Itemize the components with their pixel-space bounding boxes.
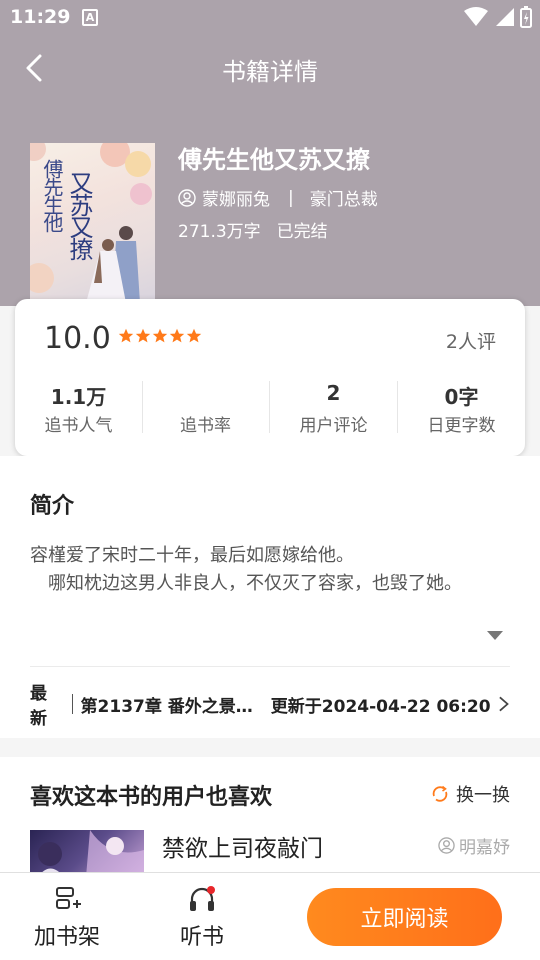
bookshelf-add-icon bbox=[27, 883, 107, 915]
book-title: 傅先生他又苏又撩 bbox=[178, 146, 370, 174]
metric-value: 2 bbox=[326, 381, 341, 405]
listen-button[interactable]: 听书 bbox=[162, 883, 242, 951]
author-icon bbox=[438, 837, 455, 854]
read-now-button[interactable]: 立即阅读 bbox=[307, 888, 502, 946]
divider bbox=[30, 666, 510, 667]
latest-chapter-title: 第2137章 番外之景… bbox=[80, 696, 253, 717]
triangle-down-icon[interactable] bbox=[487, 631, 503, 640]
book-cover[interactable]: 傅先生他 又苏又撩 bbox=[30, 143, 155, 301]
rating-count[interactable]: 2人评 bbox=[446, 327, 496, 354]
category-tag[interactable]: 豪门总裁 bbox=[310, 185, 378, 210]
cover-couple-illustration bbox=[86, 226, 140, 301]
new-badge-dot bbox=[207, 886, 215, 894]
recommend-author-name: 明嘉妤 bbox=[459, 838, 510, 858]
add-to-shelf-label: 加书架 bbox=[33, 925, 100, 950]
recommend-book-author: 明嘉妤 bbox=[438, 833, 510, 858]
recommend-title: 喜欢这本书的用户也喜欢 bbox=[30, 785, 273, 810]
refresh-label: 换一换 bbox=[456, 785, 510, 806]
chevron-right-icon bbox=[498, 696, 509, 712]
status-icons bbox=[464, 6, 532, 28]
metric-label: 追书率 bbox=[180, 416, 231, 436]
wifi-icon bbox=[464, 7, 488, 26]
listen-label: 听书 bbox=[179, 925, 224, 950]
metric-popularity: 1.1万 追书人气 bbox=[15, 381, 142, 436]
signal-icon bbox=[496, 8, 514, 26]
metric-label: 日更字数 bbox=[427, 416, 496, 436]
notification-a-icon: A bbox=[82, 9, 98, 26]
recommend-book-title[interactable]: 禁欲上司夜敲门 bbox=[162, 829, 323, 863]
book-meta: 蒙娜丽兔 | 豪门总裁 bbox=[178, 185, 378, 210]
metric-daily-words: 0字 日更字数 bbox=[398, 381, 525, 436]
star-icon bbox=[135, 328, 151, 343]
metric-value bbox=[142, 381, 269, 407]
completion-status: 已完结 bbox=[276, 222, 328, 242]
recommend-cover-illustration bbox=[38, 830, 144, 877]
star-rating bbox=[118, 328, 202, 344]
recommend-book-cover[interactable] bbox=[30, 830, 144, 877]
word-count: 271.3万字 bbox=[178, 222, 261, 242]
metric-value: 0字 bbox=[444, 385, 479, 409]
meta-separator: | bbox=[288, 187, 294, 208]
update-time: 更新于2024-04-22 06:20 bbox=[270, 696, 491, 717]
star-icon bbox=[169, 328, 185, 343]
intro-text[interactable]: 容槿爱了宋时二十年，最后如愿嫁给他。 哪知枕边这男人非良人，不仅灭了容家，也毁了… bbox=[30, 542, 480, 598]
cover-flower bbox=[130, 183, 152, 205]
star-icon bbox=[118, 328, 134, 343]
author-icon bbox=[178, 188, 196, 207]
metric-comments[interactable]: 2 用户评论 bbox=[270, 381, 397, 436]
metric-label: 追书人气 bbox=[44, 416, 113, 436]
author-name[interactable]: 蒙娜丽兔 bbox=[202, 185, 270, 210]
rating-card: 10.0 2人评 1.1万 追书人气 追书率 2 用户评论 0字 日更字数 bbox=[15, 299, 525, 456]
book-header: 11:29 A 书籍详情 傅先生他 又苏又撩 傅先生他又苏又撩 蒙娜丽兔 | 豪… bbox=[0, 0, 540, 306]
cover-flower bbox=[125, 151, 151, 177]
star-icon bbox=[152, 328, 168, 343]
rating-score: 10.0 bbox=[44, 321, 111, 356]
latest-chapter-row[interactable]: 最新 第2137章 番外之景… 更新于2024-04-22 06:20 bbox=[30, 684, 510, 729]
refresh-button[interactable]: 换一换 bbox=[430, 781, 510, 807]
metric-follow-rate: 追书率 bbox=[142, 381, 269, 436]
star-icon bbox=[186, 328, 202, 343]
intro-title: 简介 bbox=[30, 494, 75, 519]
cover-flower bbox=[30, 263, 54, 293]
latest-separator bbox=[71, 694, 73, 714]
refresh-icon bbox=[432, 785, 448, 802]
headphones-icon bbox=[162, 883, 242, 915]
book-stats: 271.3万字 已完结 bbox=[178, 217, 328, 242]
add-to-shelf-button[interactable]: 加书架 bbox=[27, 883, 107, 951]
metric-label: 用户评论 bbox=[299, 416, 368, 436]
page-title: 书籍详情 bbox=[222, 58, 318, 86]
status-bar: 11:29 A bbox=[0, 0, 540, 36]
metric-value: 1.1万 bbox=[50, 385, 107, 409]
intro-section: 简介 容槿爱了宋时二十年，最后如愿嫁给他。 哪知枕边这男人非良人，不仅灭了容家，… bbox=[0, 456, 540, 738]
bottom-action-bar: 加书架 听书 立即阅读 bbox=[0, 872, 540, 960]
battery-icon bbox=[520, 6, 532, 28]
latest-label: 最新 bbox=[30, 684, 47, 729]
recommend-section: 喜欢这本书的用户也喜欢 换一换 禁欲上司夜敲门 明嘉妤 bbox=[0, 757, 540, 877]
status-time: 11:29 bbox=[10, 6, 71, 28]
